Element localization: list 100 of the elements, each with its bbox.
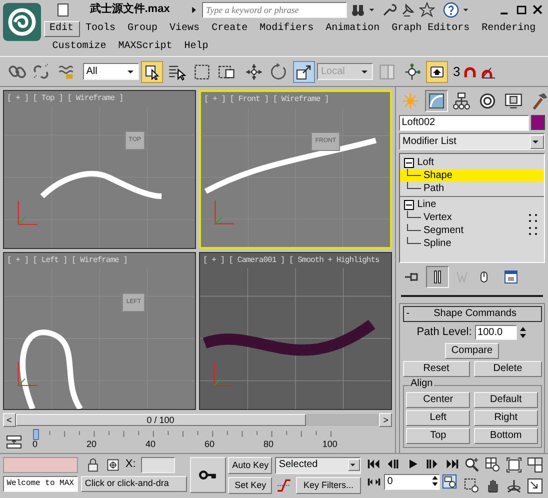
orbit-icon[interactable] [506, 478, 522, 494]
spinner-icon [430, 475, 438, 488]
align-button[interactable]: Default [474, 392, 538, 408]
slider-previous-button[interactable]: < [2, 413, 16, 427]
menu-item[interactable]: Help [178, 39, 214, 55]
help-icon[interactable] [442, 2, 459, 18]
axis-tripod-icon [18, 200, 38, 224]
stack-sub-item[interactable]: Vertex [400, 211, 544, 224]
menu-item[interactable]: Animation [320, 21, 386, 37]
object-name-field[interactable]: Loft002 [398, 114, 528, 130]
application-logo-button[interactable] [2, 2, 41, 41]
align-button[interactable]: Bottom [474, 428, 538, 444]
zoom-region-icon[interactable] [464, 478, 480, 494]
menu-item[interactable]: Create [206, 21, 254, 37]
zoom-extents-all-icon[interactable] [527, 456, 544, 473]
vertex-dots-icon [526, 212, 539, 224]
axis-tripod-icon [214, 362, 234, 386]
align-button[interactable]: Left [406, 410, 470, 426]
menu-item[interactable]: Group [122, 21, 164, 37]
auto-key-button[interactable]: Auto Key [228, 456, 272, 474]
stack-item[interactable]: Loft [417, 156, 434, 168]
x-coordinate-label: X: [125, 458, 136, 472]
menu-item[interactable]: Rendering [476, 21, 542, 37]
select-object-icon[interactable] [141, 60, 164, 82]
time-slider-thumb[interactable]: 0 / 100 [16, 414, 306, 426]
time-marker[interactable] [32, 429, 38, 440]
lock-icon[interactable] [86, 458, 100, 472]
menu-item[interactable]: Tools [80, 21, 122, 37]
key-filters-button[interactable]: Key Filters... [296, 476, 362, 494]
rollout-header[interactable]: - Shape Commands [402, 306, 542, 322]
wrench-icon[interactable] [381, 2, 398, 18]
binoculars-icon[interactable] [350, 2, 366, 18]
keyboard-shortcut-icon[interactable] [426, 60, 448, 82]
key-mode-dropdown[interactable]: Selected [275, 456, 362, 474]
show-end-result-icon[interactable] [426, 266, 449, 288]
viewport[interactable]: [ + ] [ Camera001 ] [ Smooth + Highlights [199, 252, 392, 410]
menu-item[interactable]: Modifiers [254, 21, 320, 37]
track-bar-icon[interactable] [6, 434, 22, 450]
menu-item[interactable]: Customize [46, 39, 112, 55]
listener-field[interactable] [2, 456, 78, 473]
collapse-icon[interactable] [402, 156, 414, 168]
scale-icon[interactable] [292, 60, 314, 82]
collapse-icon[interactable] [402, 198, 414, 210]
rollout-button[interactable]: Delete [474, 360, 542, 377]
maximize-icon[interactable] [514, 3, 528, 17]
next-frame-icon[interactable] [425, 456, 440, 471]
key-tangent-curve-icon[interactable] [275, 476, 294, 494]
star-icon[interactable] [418, 2, 435, 18]
modifier-list-dropdown[interactable]: Modifier List [398, 133, 546, 150]
tick-label: 20 [86, 439, 96, 450]
frame-field[interactable]: 0 [384, 474, 440, 490]
zoom-extents-icon[interactable] [506, 456, 522, 473]
magnet-icon[interactable] [462, 64, 477, 78]
stack-sub-item[interactable]: Spline [400, 237, 544, 250]
selection-mode-icon[interactable] [106, 458, 120, 472]
tick-label: 60 [204, 439, 214, 450]
set-key-icon-button[interactable] [190, 456, 226, 493]
align-group-title: Align [410, 378, 434, 389]
snap-toggle[interactable]: 3 [453, 64, 460, 80]
rollout-button[interactable]: Reset [402, 360, 470, 377]
slider-next-button[interactable]: > [379, 413, 392, 427]
path-level-field[interactable]: 100.0 [474, 325, 517, 340]
zoom-all-icon[interactable] [485, 456, 502, 473]
menu-item[interactable]: Edit [44, 21, 80, 37]
modify-tab[interactable] [424, 90, 448, 112]
align-button[interactable]: Top [406, 428, 470, 444]
stack-sub-item[interactable]: Path [400, 182, 544, 195]
script-output-field[interactable]: Welcome to MAX [2, 476, 78, 492]
spinner-icon[interactable] [519, 326, 528, 340]
menu-item[interactable]: Graph Editors [386, 21, 476, 37]
menu-item[interactable]: MAXScript [112, 39, 178, 55]
window-title: 武士源文件.max [90, 3, 170, 17]
align-button[interactable]: Center [406, 392, 470, 408]
vertex-dots-icon [526, 224, 539, 236]
caret-icon [348, 459, 360, 472]
zoom-icon[interactable] [464, 456, 480, 473]
caret-icon [530, 134, 544, 149]
tick-label: 0 [32, 439, 38, 450]
x-coordinate-field[interactable] [141, 456, 176, 473]
document-icon [54, 2, 70, 18]
object-color-swatch[interactable] [531, 115, 546, 130]
go-to-start-icon[interactable] [366, 456, 381, 471]
stack-item[interactable]: Line [417, 198, 436, 210]
time-configuration-icon[interactable] [442, 474, 458, 489]
viewport-label[interactable]: [ + ] [ Camera001 ] [ Smooth + Highlights [200, 252, 391, 268]
go-to-end-icon[interactable] [444, 456, 459, 471]
previous-frame-icon[interactable] [386, 456, 400, 471]
search-field[interactable]: Type a keyword or phrase [202, 2, 347, 18]
stack-sub-item[interactable]: Shape [400, 169, 544, 182]
maximize-viewport-icon[interactable] [527, 478, 544, 494]
tick-label: 80 [263, 439, 274, 450]
compare-button[interactable]: Compare [445, 342, 499, 359]
align-button[interactable]: Right [474, 410, 538, 426]
set-key-button[interactable]: Set Key [228, 476, 272, 494]
axis-tripod-icon [18, 362, 38, 386]
stack-sub-item[interactable]: Segment [400, 224, 544, 237]
selection-filter-dropdown[interactable]: All [82, 63, 138, 80]
configure-sets-icon[interactable] [502, 268, 519, 285]
axis-tripod-icon [214, 200, 235, 224]
menu-item[interactable]: Views [164, 21, 206, 37]
